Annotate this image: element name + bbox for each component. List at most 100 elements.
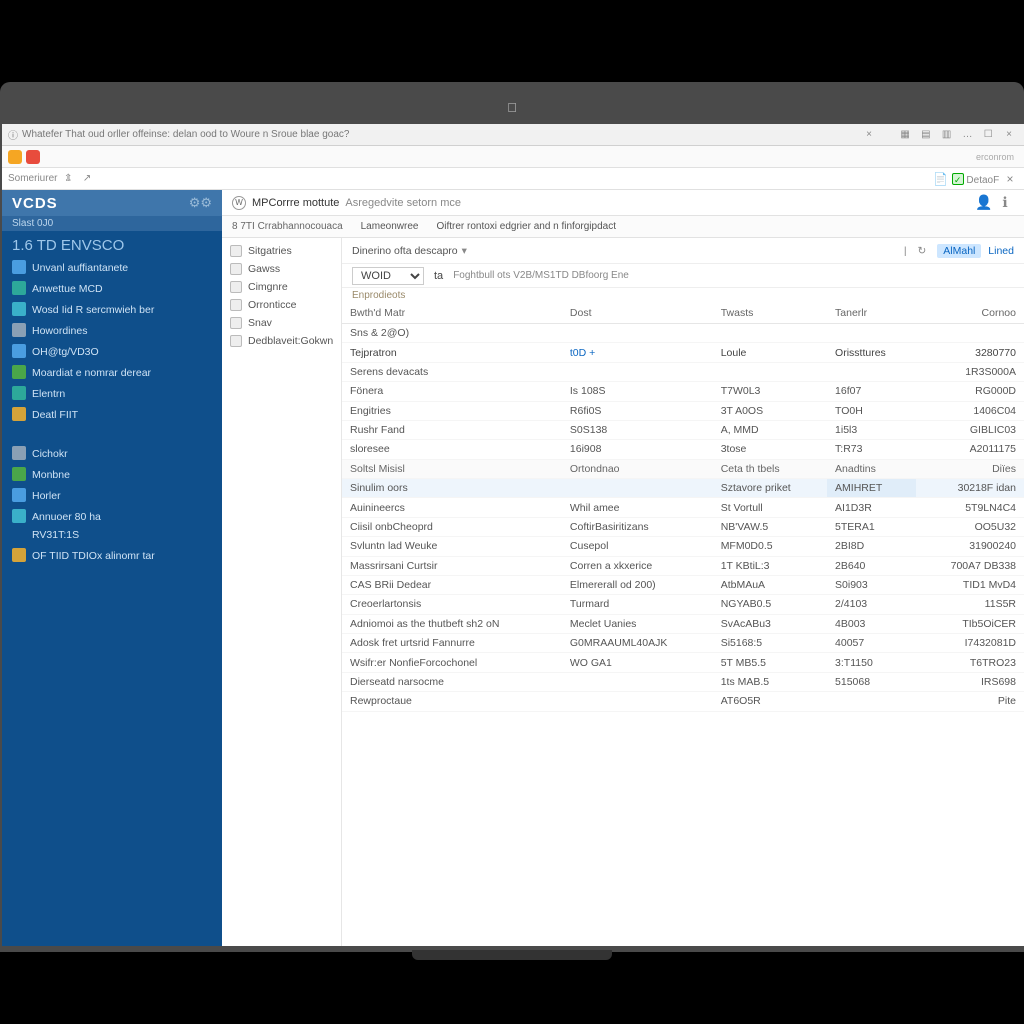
close-icon[interactable]: × xyxy=(1002,172,1018,186)
sidebar-item[interactable]: Anwettue MCD xyxy=(2,279,222,300)
cell: R6fi0S xyxy=(562,401,713,420)
table-row[interactable]: Massrirsani CurtsirCorren a xkxerice1T K… xyxy=(342,556,1024,575)
sidebar-item[interactable]: Wosd Iid R sercmwieh ber xyxy=(2,300,222,321)
brand-label: VCDS xyxy=(12,195,58,212)
tab-item[interactable]: Oiftrer rontoxi edgrier and n finforgipd… xyxy=(436,221,616,232)
table-row[interactable]: Tejpratront0D +LouleOrissttures3280770 xyxy=(342,343,1024,362)
table-row[interactable]: FöneraIs 108ST7W0L316f07RG000D xyxy=(342,382,1024,401)
table-row[interactable]: Adosk fret urtsrid FannurreG0MRAAUML40AJ… xyxy=(342,634,1024,653)
table-row[interactable]: Dierseatd narsocme1ts MAB.5515068IRS698 xyxy=(342,672,1024,691)
panel-icon[interactable]: ▥ xyxy=(938,129,956,140)
table-row[interactable]: AuinineercsWhil ameeSt VortullAI1D3R5T9L… xyxy=(342,498,1024,517)
subnav-item[interactable]: Cimgnre xyxy=(222,278,341,296)
sidebar-item[interactable]: Moardiat e nomrar derear xyxy=(2,363,222,384)
crumb-1: MPCorrre mottute xyxy=(252,197,339,209)
tab-item[interactable]: Lameonwree xyxy=(361,221,419,232)
sidebar-item[interactable]: Monbne xyxy=(2,465,222,486)
sidebar-item[interactable]: Unvanl auffiantanete xyxy=(2,258,222,279)
col-2[interactable]: Twasts xyxy=(713,303,827,324)
subnav-item[interactable]: Orronticce xyxy=(222,296,341,314)
cell: TIb5OiCER xyxy=(916,614,1024,633)
tab-row: 8 7TI Crrabhannocouaca Lameonwree Oiftre… xyxy=(222,216,1024,238)
table-row[interactable]: Wsifr:er NonfieForcochonelWO GA15T MB5.5… xyxy=(342,653,1024,672)
subnav-icon xyxy=(230,335,242,347)
nav-icon xyxy=(12,446,26,460)
subnav-item[interactable]: Dedblaveit:Gokwn xyxy=(222,332,341,350)
check-icon[interactable]: ✓ xyxy=(952,173,964,185)
cell: AMIHRET xyxy=(827,479,916,498)
doc-icon[interactable]: 📄 xyxy=(933,172,949,186)
table-row[interactable]: CreoerlartonsisTurmardNGYAB0.52/410311S5… xyxy=(342,595,1024,614)
cell: WO GA1 xyxy=(562,653,713,672)
divider-icon: | xyxy=(904,245,907,257)
sidebar-item[interactable]: Cichokr xyxy=(2,444,222,465)
bookmark-2-icon[interactable] xyxy=(26,150,40,164)
cell: Pite xyxy=(916,692,1024,711)
cell xyxy=(562,672,713,691)
col-3[interactable]: Tanerlr xyxy=(827,303,916,324)
table-row[interactable]: Adniomoi as the thutbeft sh2 oNMeclet Ua… xyxy=(342,614,1024,633)
col-1[interactable]: Dost xyxy=(562,303,713,324)
table-row[interactable]: sloresee16i9083toseT:R73A2011175 xyxy=(342,440,1024,459)
export-icon[interactable]: ⇭ xyxy=(60,173,76,184)
cell: 3tose xyxy=(713,440,827,459)
col-0[interactable]: Bwth'd Matr xyxy=(342,303,562,324)
cell: Creoerlartonsis xyxy=(342,595,562,614)
table-row[interactable]: Svluntn lad WeukeCusepolMFM0D0.52BI8D319… xyxy=(342,537,1024,556)
cell: 2BI8D xyxy=(827,537,916,556)
sidebar-item[interactable]: Howordines xyxy=(2,321,222,342)
refresh-icon[interactable]: ↻ xyxy=(918,245,927,257)
sidebar-item[interactable]: Deatl FIIT xyxy=(2,405,222,426)
link-a[interactable]: AlMahl xyxy=(937,244,981,258)
cell: Loule xyxy=(713,343,827,362)
link-b[interactable]: Lined xyxy=(988,245,1014,257)
table-row[interactable]: Sns & 2@O) xyxy=(342,324,1024,343)
table-row[interactable]: RewproctaueAT6O5RPite xyxy=(342,692,1024,711)
gear-icon[interactable]: ⚙⚙ xyxy=(189,195,212,211)
sidebar-item[interactable]: Annuoer 80 ha xyxy=(2,507,222,528)
table-row[interactable]: Rushr FandS0S138A, MMD1i5l3GIBLIC03 xyxy=(342,420,1024,439)
cell: 3:T1150 xyxy=(827,653,916,672)
app-badge-icon: W xyxy=(232,196,246,210)
browser-tab-bar: ⓘ Whatefer That oud orller offeinse: del… xyxy=(2,124,1024,146)
cell xyxy=(562,362,713,381)
cell: 2/4103 xyxy=(827,595,916,614)
help-icon[interactable]: ℹ xyxy=(996,194,1014,211)
cell: 4B003 xyxy=(827,614,916,633)
nav-icon xyxy=(12,488,26,502)
nav-icon xyxy=(12,509,26,523)
more-icon[interactable]: … xyxy=(958,129,976,140)
cell: S0i903 xyxy=(827,575,916,594)
nav-icon xyxy=(12,386,26,400)
cell: TO0H xyxy=(827,401,916,420)
window-icon[interactable]: ☐ xyxy=(979,129,997,140)
cell: Rewproctaue xyxy=(342,692,562,711)
nav-icon xyxy=(12,407,26,421)
subnav-item[interactable]: Snav xyxy=(222,314,341,332)
sidebar-item[interactable]: Elentrn xyxy=(2,384,222,405)
sel-prefix: ta xyxy=(434,270,443,282)
sidebar-item[interactable]: OH@tg/VD3O xyxy=(2,342,222,363)
tab-close-button[interactable]: × xyxy=(862,129,876,140)
subnav-item[interactable]: Gawss xyxy=(222,260,341,278)
list-icon[interactable]: ▤ xyxy=(917,129,935,140)
subnav-item[interactable]: Sitgatries xyxy=(222,242,341,260)
sidebar-item[interactable]: OF TIID TDIOx alinomr tar xyxy=(2,546,222,567)
bookmark-1-icon[interactable] xyxy=(8,150,22,164)
table-row[interactable]: Serens devacats1R3S000A xyxy=(342,362,1024,381)
table-row[interactable]: EngitriesR6fi0S3T A0OSTO0H1406C04 xyxy=(342,401,1024,420)
grid-icon[interactable]: ▦ xyxy=(896,129,914,140)
share-icon[interactable]: ↗ xyxy=(79,173,95,184)
sidebar-item[interactable]: RV31T:1S xyxy=(2,528,222,546)
cell: Si5168:5 xyxy=(713,634,827,653)
col-4[interactable]: Cornoo xyxy=(916,303,1024,324)
app-close-button[interactable]: × xyxy=(1000,129,1018,140)
cell: OO5U32 xyxy=(916,517,1024,536)
table-row[interactable]: Ciisil onbCheoprdCoftirBasiritizansNB'VA… xyxy=(342,517,1024,536)
sidebar-item[interactable]: Horler xyxy=(2,486,222,507)
module-select[interactable]: WOID xyxy=(352,267,424,285)
table-row[interactable]: Sinulim oorsSztavore priketAMIHRET30218F… xyxy=(342,479,1024,498)
filter-dropdown[interactable]: Dinerino ofta descapro▾ xyxy=(352,245,467,257)
table-row[interactable]: CAS BRii DedearElmererall od 200)AtbMAuA… xyxy=(342,575,1024,594)
user-icon[interactable]: 👤 xyxy=(975,194,993,211)
